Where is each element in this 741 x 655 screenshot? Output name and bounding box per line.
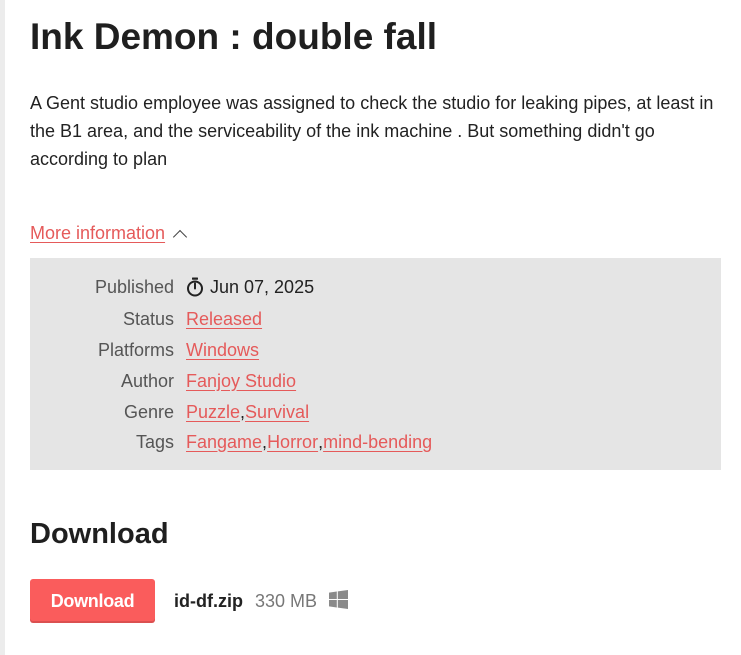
info-label-published: Published <box>94 276 174 297</box>
info-row-genre: Genre Puzzle , Survival <box>30 397 721 427</box>
info-value-genre: Puzzle , Survival <box>186 402 309 423</box>
more-information-toggle[interactable]: More information <box>30 223 188 244</box>
download-row: Download id-df.zip 330 MB <box>30 579 349 623</box>
file-name: id-df.zip <box>174 590 243 611</box>
page-title: Ink Demon : double fall <box>30 16 438 57</box>
info-label-author: Author <box>120 370 174 391</box>
windows-icon <box>329 589 349 609</box>
chevron-up-icon <box>172 229 188 244</box>
genre-link-survival[interactable]: Survival <box>245 402 309 423</box>
download-heading: Download <box>30 518 169 550</box>
info-row-published: Published Jun 07, 2025 <box>30 272 721 302</box>
game-description: A Gent studio employee was assigned to c… <box>30 93 714 169</box>
tag-link-fangame[interactable]: Fangame <box>186 432 262 453</box>
tag-link-horror[interactable]: Horror <box>267 432 318 453</box>
info-value-tags: Fangame , Horror , mind-bending <box>186 432 432 453</box>
stopwatch-icon <box>187 277 203 297</box>
tag-link-mind-bending[interactable]: mind-bending <box>323 432 432 453</box>
info-label-tags: Tags <box>135 431 174 452</box>
genre-link-puzzle[interactable]: Puzzle <box>186 402 240 423</box>
info-label-platforms: Platforms <box>97 339 174 360</box>
info-value-author: Fanjoy Studio <box>186 371 296 392</box>
info-value-platforms: Windows <box>186 340 259 361</box>
info-panel: Published Jun 07, 2025 Status Released P… <box>30 258 721 470</box>
platform-link-windows[interactable]: Windows <box>186 340 259 361</box>
info-row-platforms: Platforms Windows <box>30 335 721 365</box>
info-label-genre: Genre <box>123 401 174 422</box>
info-row-author: Author Fanjoy Studio <box>30 366 721 396</box>
published-date: Jun 07, 2025 <box>210 276 315 297</box>
info-label-status: Status <box>122 308 174 329</box>
left-rail <box>0 0 5 655</box>
more-information-label: More information <box>30 223 166 243</box>
info-value-status: Released <box>186 309 262 330</box>
info-row-tags: Tags Fangame , Horror , mind-bending <box>30 427 721 457</box>
status-link[interactable]: Released <box>186 309 262 330</box>
download-button[interactable]: Download <box>30 579 155 623</box>
author-link[interactable]: Fanjoy Studio <box>186 371 296 392</box>
info-row-status: Status Released <box>30 304 721 334</box>
file-size: 330 MB <box>254 590 318 611</box>
info-value-published: Jun 07, 2025 <box>186 277 314 298</box>
